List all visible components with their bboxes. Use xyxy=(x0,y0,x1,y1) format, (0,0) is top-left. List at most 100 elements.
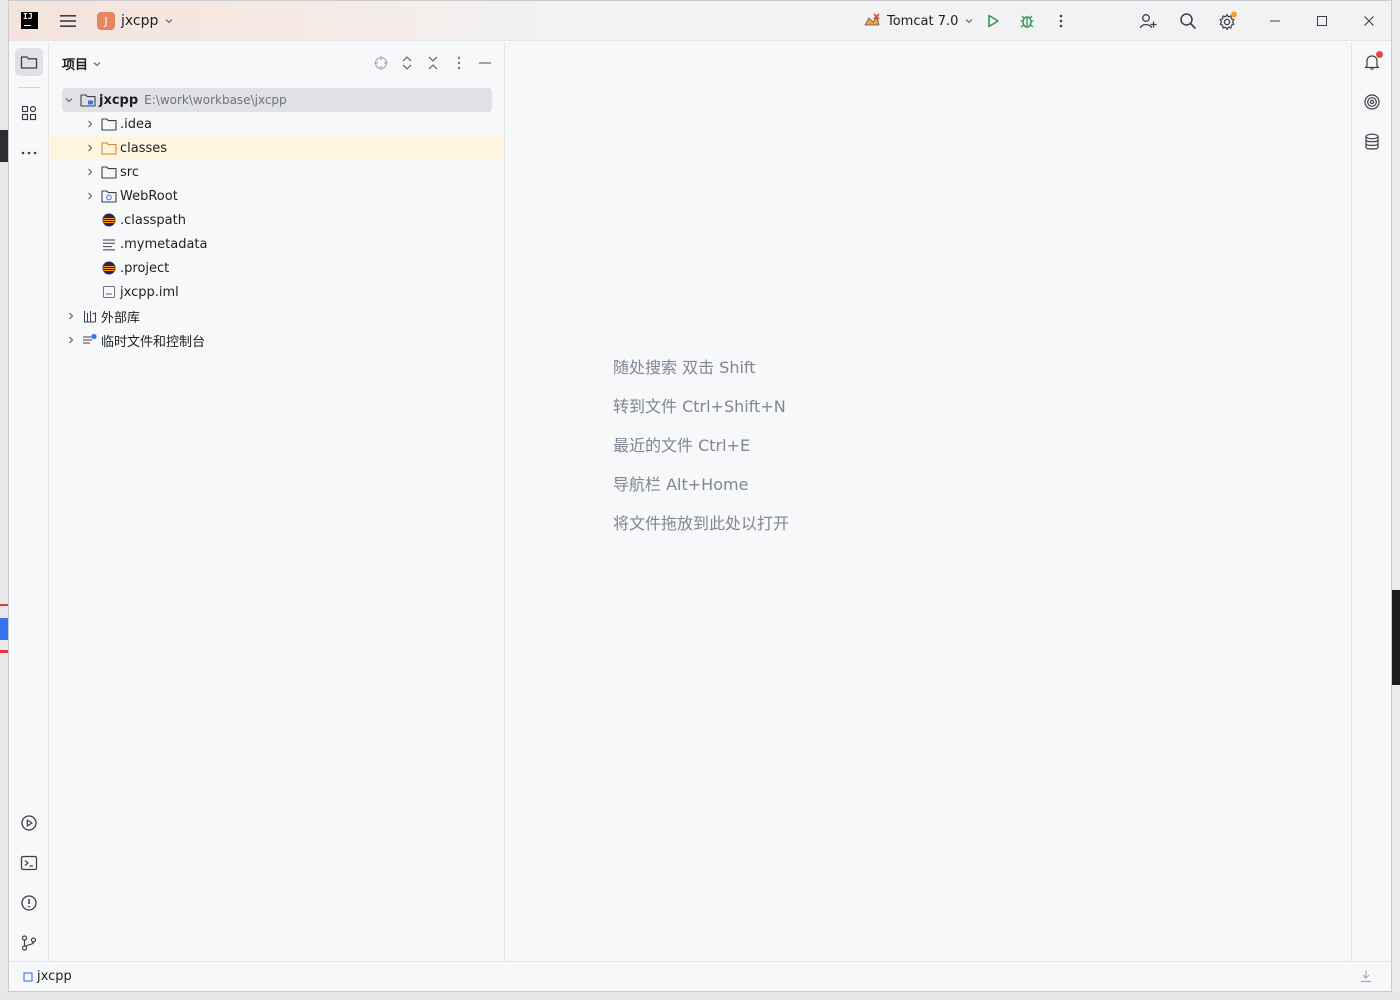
desktop-background-bottom xyxy=(0,992,1400,1000)
structure-tool-button[interactable] xyxy=(15,99,43,127)
tree-node-label: jxcpp xyxy=(99,92,139,108)
module-folder-icon xyxy=(80,92,96,108)
breadcrumb-project: jxcpp xyxy=(37,969,72,984)
hint-search-everywhere: 随处搜索 双击 Shift xyxy=(613,358,756,377)
close-window-button[interactable] xyxy=(1359,11,1379,31)
chevron-right-icon[interactable] xyxy=(83,117,97,131)
services-icon xyxy=(21,815,37,831)
notifications-button[interactable] xyxy=(1358,48,1386,76)
code-with-me-button[interactable] xyxy=(1138,11,1158,31)
panel-toolbar xyxy=(372,54,494,72)
tree-node-label: jxcpp.iml xyxy=(120,284,179,300)
minimize-window-button[interactable] xyxy=(1265,11,1285,31)
run-config-label: Tomcat 7.0 xyxy=(887,13,959,29)
left-tool-window-strip xyxy=(9,42,49,963)
terminal-tool-button[interactable] xyxy=(15,849,43,877)
hint-goto-file: 转到文件 Ctrl+Shift+N xyxy=(613,397,786,416)
breadcrumb[interactable]: jxcpp xyxy=(23,969,72,984)
panel-title: 项目 xyxy=(62,58,89,73)
run-button[interactable] xyxy=(983,11,1003,31)
project-switcher[interactable]: J jxcpp xyxy=(97,10,174,32)
notification-badge xyxy=(1376,51,1383,58)
eclipse-file-icon xyxy=(101,212,117,228)
tree-node-idea[interactable]: .idea xyxy=(50,112,504,136)
main-menu-button[interactable] xyxy=(58,11,78,31)
iml-file-icon xyxy=(101,284,117,300)
tree-node-root[interactable]: jxcpp E:\work\workbase\jxcpp xyxy=(62,88,492,112)
tree-node-src[interactable]: src xyxy=(50,160,504,184)
hamburger-icon xyxy=(60,15,76,27)
tree-node-external-libraries[interactable]: 外部库 xyxy=(50,304,504,328)
chevron-right-icon[interactable] xyxy=(83,141,97,155)
debug-button[interactable] xyxy=(1017,11,1037,31)
settings-button[interactable] xyxy=(1218,11,1238,31)
tree-node-label: .classpath xyxy=(120,212,186,228)
editor-hints: 随处搜索 双击 Shift 转到文件 Ctrl+Shift+N 最近的文件 Ct… xyxy=(613,354,789,549)
terminal-icon xyxy=(20,855,38,871)
add-user-icon xyxy=(1139,14,1157,29)
intellij-logo-icon: IJ xyxy=(21,12,38,29)
git-branch-icon xyxy=(21,935,37,951)
problems-tool-button[interactable] xyxy=(15,889,43,917)
select-opened-file-button[interactable] xyxy=(372,54,390,72)
desktop-fragment xyxy=(0,618,8,640)
gear-icon xyxy=(1219,11,1237,31)
folder-icon xyxy=(101,164,117,180)
chevron-down-icon[interactable] xyxy=(62,93,76,107)
database-button[interactable] xyxy=(1358,128,1386,156)
expand-all-button[interactable] xyxy=(398,54,416,72)
collapse-all-icon xyxy=(428,56,438,70)
minimize-icon xyxy=(479,62,491,64)
search-icon xyxy=(1180,13,1197,30)
folder-icon xyxy=(20,56,38,69)
project-tool-button[interactable] xyxy=(15,48,43,76)
expand-all-icon xyxy=(402,56,412,70)
tree-node-label: 外部库 xyxy=(101,310,141,326)
tree-node-project[interactable]: .project xyxy=(50,256,504,280)
hide-panel-button[interactable] xyxy=(476,54,494,72)
more-actions-button[interactable] xyxy=(1051,11,1071,31)
chevron-right-icon[interactable] xyxy=(64,333,78,347)
desktop-fragment xyxy=(0,130,8,162)
chevron-right-icon[interactable] xyxy=(83,165,97,179)
project-name: jxcpp xyxy=(121,13,159,29)
collapse-all-button[interactable] xyxy=(424,54,442,72)
project-tree: jxcpp E:\work\workbase\jxcpp .idea class… xyxy=(50,88,504,352)
chevron-down-icon xyxy=(93,61,101,66)
chevron-right-icon[interactable] xyxy=(83,189,97,203)
tree-node-iml[interactable]: jxcpp.iml xyxy=(50,280,504,304)
hint-drop-files: 将文件拖放到此处以打开 xyxy=(613,514,790,533)
search-everywhere-button[interactable] xyxy=(1178,11,1198,31)
tree-node-label: classes xyxy=(120,140,168,156)
tree-node-label: 临时文件和控制台 xyxy=(101,334,206,350)
tree-node-scratches[interactable]: 临时文件和控制台 xyxy=(50,328,504,352)
module-icon xyxy=(23,971,33,982)
editor-empty-area[interactable]: 随处搜索 双击 Shift 转到文件 Ctrl+Shift+N 最近的文件 Ct… xyxy=(506,42,1351,963)
locate-icon xyxy=(374,56,388,70)
panel-options-button[interactable] xyxy=(450,54,468,72)
desktop-background-right xyxy=(1392,0,1400,1000)
version-control-tool-button[interactable] xyxy=(15,929,43,957)
folder-orange-icon xyxy=(101,140,117,156)
tree-node-classpath[interactable]: .classpath xyxy=(50,208,504,232)
ai-assistant-button[interactable] xyxy=(1358,88,1386,116)
tree-node-classes[interactable]: classes xyxy=(50,136,504,160)
desktop-fragment xyxy=(0,650,8,653)
scratches-icon xyxy=(82,332,98,348)
more-horizontal-icon xyxy=(21,151,37,155)
tree-node-mymetadata[interactable]: .mymetadata xyxy=(50,232,504,256)
chevron-down-icon xyxy=(965,19,973,24)
maximize-window-button[interactable] xyxy=(1312,11,1332,31)
chevron-down-icon xyxy=(165,19,173,24)
project-view-selector[interactable]: 项目 xyxy=(62,54,102,73)
run-configuration-selector[interactable]: Tomcat 7.0 xyxy=(863,10,974,32)
right-tool-window-strip xyxy=(1351,42,1391,963)
debug-bug-icon xyxy=(1020,15,1034,28)
database-icon xyxy=(1365,133,1379,150)
background-tasks-button[interactable] xyxy=(1359,969,1373,987)
ide-window: IJ J jxcpp Tomcat 7.0 项目 jxcpp E:\work\w… xyxy=(8,0,1392,992)
more-tool-windows-button[interactable] xyxy=(15,139,43,167)
tree-node-webroot[interactable]: WebRoot xyxy=(50,184,504,208)
services-tool-button[interactable] xyxy=(15,809,43,837)
chevron-right-icon[interactable] xyxy=(64,309,78,323)
